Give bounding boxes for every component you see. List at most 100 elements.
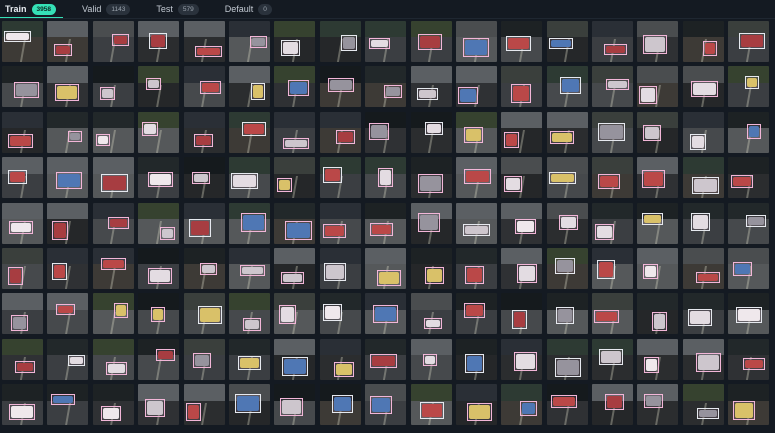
image-thumbnail[interactable]: [546, 157, 588, 199]
image-thumbnail[interactable]: [592, 293, 634, 335]
image-thumbnail[interactable]: [455, 66, 497, 108]
image-thumbnail[interactable]: [455, 338, 497, 380]
image-thumbnail[interactable]: [183, 157, 225, 199]
image-thumbnail[interactable]: [546, 111, 588, 153]
image-thumbnail[interactable]: [410, 338, 452, 380]
image-thumbnail[interactable]: [592, 247, 634, 289]
image-thumbnail[interactable]: [274, 247, 316, 289]
image-thumbnail[interactable]: [682, 384, 724, 426]
image-thumbnail[interactable]: [183, 21, 225, 62]
image-thumbnail[interactable]: [637, 202, 679, 244]
image-thumbnail[interactable]: [637, 21, 679, 62]
image-thumbnail[interactable]: [410, 66, 452, 108]
image-thumbnail[interactable]: [274, 66, 316, 108]
image-thumbnail[interactable]: [455, 202, 497, 244]
image-thumbnail[interactable]: [228, 111, 270, 153]
image-thumbnail[interactable]: [138, 21, 180, 62]
image-thumbnail[interactable]: [365, 247, 407, 289]
image-thumbnail[interactable]: [92, 202, 134, 244]
image-thumbnail[interactable]: [319, 66, 361, 108]
image-thumbnail[interactable]: [637, 111, 679, 153]
image-thumbnail[interactable]: [138, 157, 180, 199]
image-thumbnail[interactable]: [2, 66, 43, 108]
image-thumbnail[interactable]: [183, 202, 225, 244]
image-thumbnail[interactable]: [274, 384, 316, 426]
image-thumbnail[interactable]: [47, 66, 89, 108]
image-thumbnail[interactable]: [274, 293, 316, 335]
image-thumbnail[interactable]: [319, 293, 361, 335]
image-thumbnail[interactable]: [92, 293, 134, 335]
image-thumbnail[interactable]: [92, 157, 134, 199]
image-thumbnail[interactable]: [319, 21, 361, 62]
image-thumbnail[interactable]: [138, 202, 180, 244]
image-thumbnail[interactable]: [183, 338, 225, 380]
image-thumbnail[interactable]: [455, 384, 497, 426]
image-thumbnail[interactable]: [319, 338, 361, 380]
image-thumbnail[interactable]: [47, 157, 89, 199]
image-thumbnail[interactable]: [183, 111, 225, 153]
image-thumbnail[interactable]: [2, 384, 43, 426]
image-thumbnail[interactable]: [47, 293, 89, 335]
image-thumbnail[interactable]: [637, 66, 679, 108]
image-thumbnail[interactable]: [274, 21, 316, 62]
image-thumbnail[interactable]: [47, 21, 89, 62]
image-thumbnail[interactable]: [92, 66, 134, 108]
image-thumbnail[interactable]: [455, 247, 497, 289]
image-thumbnail[interactable]: [228, 247, 270, 289]
image-thumbnail[interactable]: [682, 66, 724, 108]
image-thumbnail[interactable]: [2, 21, 43, 62]
image-thumbnail[interactable]: [728, 338, 770, 380]
image-thumbnail[interactable]: [592, 111, 634, 153]
image-thumbnail[interactable]: [228, 202, 270, 244]
image-thumbnail[interactable]: [546, 202, 588, 244]
image-thumbnail[interactable]: [228, 293, 270, 335]
image-thumbnail[interactable]: [228, 157, 270, 199]
image-thumbnail[interactable]: [592, 21, 634, 62]
image-thumbnail[interactable]: [92, 384, 134, 426]
image-thumbnail[interactable]: [592, 66, 634, 108]
tab-valid[interactable]: Valid 1143: [77, 0, 137, 18]
image-thumbnail[interactable]: [2, 111, 43, 153]
image-thumbnail[interactable]: [138, 384, 180, 426]
image-thumbnail[interactable]: [2, 247, 43, 289]
image-thumbnail[interactable]: [365, 202, 407, 244]
image-thumbnail[interactable]: [592, 384, 634, 426]
image-thumbnail[interactable]: [728, 66, 770, 108]
image-thumbnail[interactable]: [546, 66, 588, 108]
image-thumbnail[interactable]: [319, 111, 361, 153]
image-thumbnail[interactable]: [728, 202, 770, 244]
image-thumbnail[interactable]: [546, 247, 588, 289]
image-thumbnail[interactable]: [410, 157, 452, 199]
tab-train[interactable]: Train 3958: [0, 0, 63, 19]
image-thumbnail[interactable]: [637, 384, 679, 426]
image-thumbnail[interactable]: [455, 293, 497, 335]
image-thumbnail[interactable]: [92, 247, 134, 289]
image-thumbnail[interactable]: [47, 202, 89, 244]
image-thumbnail[interactable]: [682, 293, 724, 335]
image-thumbnail[interactable]: [274, 202, 316, 244]
image-thumbnail[interactable]: [2, 338, 43, 380]
image-thumbnail[interactable]: [501, 384, 543, 426]
image-thumbnail[interactable]: [637, 157, 679, 199]
image-thumbnail[interactable]: [319, 157, 361, 199]
image-thumbnail[interactable]: [410, 111, 452, 153]
image-thumbnail[interactable]: [2, 293, 43, 335]
image-thumbnail[interactable]: [183, 293, 225, 335]
image-thumbnail[interactable]: [546, 293, 588, 335]
image-thumbnail[interactable]: [365, 66, 407, 108]
image-thumbnail[interactable]: [228, 66, 270, 108]
image-thumbnail[interactable]: [228, 338, 270, 380]
image-thumbnail[interactable]: [274, 157, 316, 199]
image-thumbnail[interactable]: [455, 111, 497, 153]
image-thumbnail[interactable]: [592, 202, 634, 244]
image-thumbnail[interactable]: [92, 21, 134, 62]
image-thumbnail[interactable]: [365, 384, 407, 426]
image-thumbnail[interactable]: [546, 338, 588, 380]
image-thumbnail[interactable]: [501, 21, 543, 62]
image-thumbnail[interactable]: [682, 247, 724, 289]
image-thumbnail[interactable]: [274, 111, 316, 153]
image-thumbnail[interactable]: [501, 202, 543, 244]
image-thumbnail[interactable]: [410, 247, 452, 289]
tab-test[interactable]: Test 579: [151, 0, 205, 18]
image-thumbnail[interactable]: [47, 384, 89, 426]
